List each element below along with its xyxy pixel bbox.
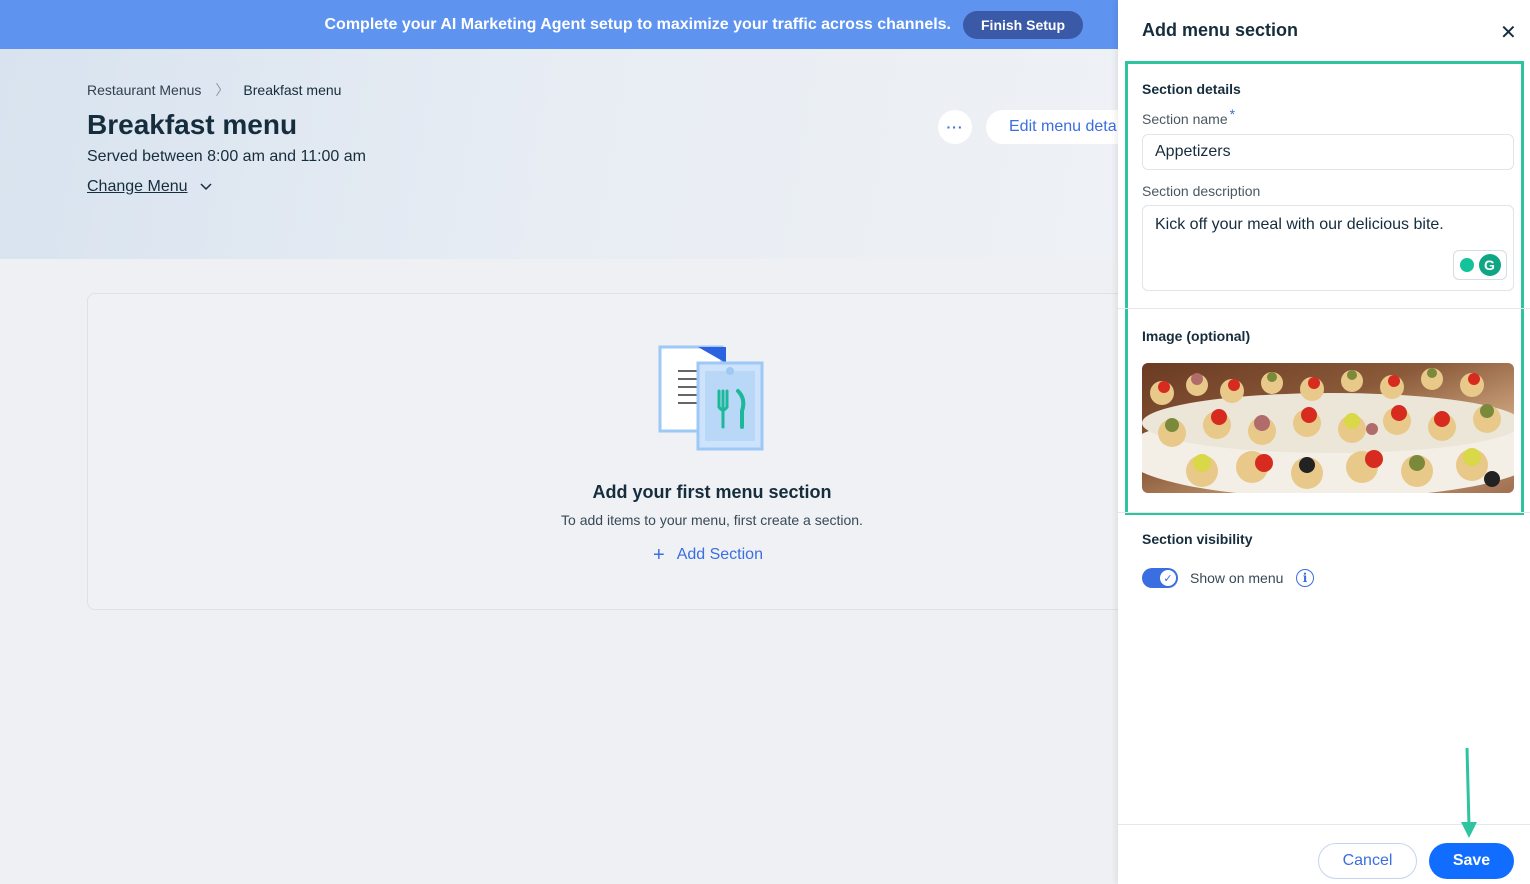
section-name-input[interactable]: Appetizers (1142, 134, 1514, 170)
info-icon[interactable]: i (1296, 569, 1314, 587)
finish-setup-button[interactable]: Finish Setup (963, 10, 1083, 39)
section-image[interactable] (1142, 363, 1514, 493)
section-name-label: Section name (1142, 111, 1228, 127)
grammarly-icon[interactable]: G (1453, 250, 1507, 280)
chevron-right-icon: 〉 (215, 82, 230, 98)
page-header: Restaurant Menus 〉 Breakfast menu Breakf… (0, 49, 1146, 259)
divider (1118, 308, 1530, 309)
image-heading: Image (optional) (1142, 328, 1251, 344)
panel-title: Add menu section (1142, 20, 1299, 40)
show-on-menu-toggle[interactable]: ✓ (1142, 568, 1178, 588)
section-details-heading: Section details (1142, 81, 1241, 97)
breadcrumb-restaurant-menus[interactable]: Restaurant Menus (87, 82, 201, 98)
check-icon: ✓ (1160, 570, 1176, 586)
menu-illustration-icon (658, 345, 764, 451)
plus-icon: + (653, 544, 665, 566)
grammarly-logo-icon: G (1478, 254, 1501, 276)
page-subtitle: Served between 8:00 am and 11:00 am (87, 148, 366, 165)
divider (1118, 512, 1530, 513)
section-visibility-heading: Section visibility (1142, 531, 1253, 547)
show-on-menu-label: Show on menu (1190, 570, 1284, 586)
more-icon[interactable]: ··· (938, 110, 972, 144)
add-section-label: Add Section (676, 546, 763, 563)
add-section-button[interactable]: + Add Section (653, 544, 763, 566)
section-description-value: Kick off your meal with our delicious bi… (1155, 216, 1444, 233)
close-icon[interactable]: ✕ (1500, 20, 1517, 45)
change-menu-dropdown[interactable]: Change Menu (87, 178, 212, 196)
save-button[interactable]: Save (1429, 843, 1514, 879)
section-description-label: Section description (1142, 183, 1261, 199)
page-title: Breakfast menu (87, 109, 298, 140)
promo-banner: Complete your AI Marketing Agent setup t… (0, 0, 1118, 49)
change-menu-label: Change Menu (87, 178, 188, 195)
section-name-label-row: Section name * (1142, 106, 1235, 127)
cancel-button[interactable]: Cancel (1318, 843, 1417, 879)
banner-text: Complete your AI Marketing Agent setup t… (324, 15, 951, 33)
required-marker: * (1229, 106, 1236, 122)
section-name-value: Appetizers (1155, 143, 1231, 160)
chevron-down-icon (199, 183, 212, 191)
appetizers-photo (1142, 368, 1514, 493)
empty-state-card: Add your first menu section To add items… (87, 293, 1147, 610)
grammarly-bulb-icon (1459, 258, 1474, 272)
breadcrumb-current: Breakfast menu (243, 82, 342, 98)
section-description-textarea[interactable]: Kick off your meal with our delicious bi… (1142, 205, 1514, 291)
arrow-down-icon (1461, 747, 1477, 838)
breadcrumb: Restaurant Menus 〉 Breakfast menu (87, 80, 341, 100)
